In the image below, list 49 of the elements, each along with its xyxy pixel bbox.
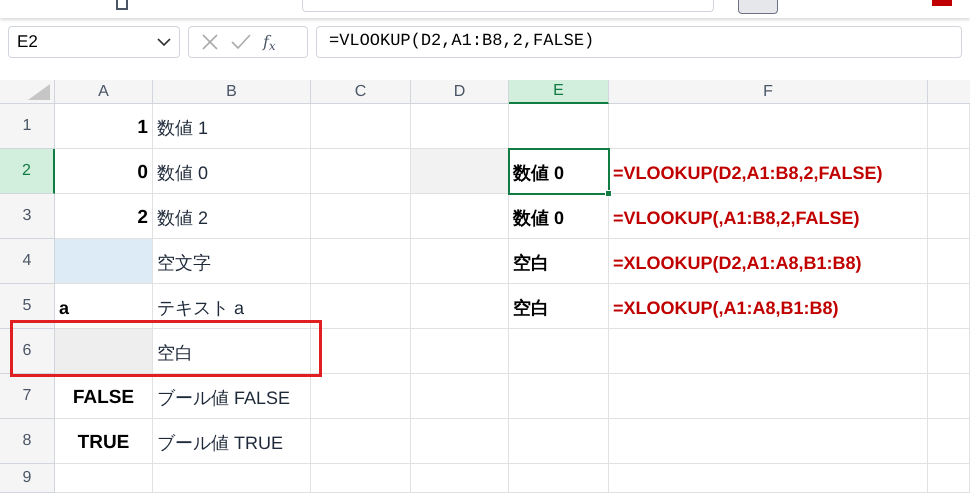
column-header[interactable]: C [311,80,411,104]
row-header[interactable]: 4 [0,239,55,284]
table-cell: =VLOOKUP(,A1:B8,2,FALSE) [609,194,928,239]
column-header[interactable]: E [509,80,609,104]
fill-handle[interactable] [605,190,612,197]
cell-reference: E2 [17,31,38,54]
column-header[interactable]: F [609,80,928,104]
table-cell: 空白 [153,329,311,374]
row-header[interactable]: 7 [0,374,55,419]
table-cell: テキスト a [153,284,311,329]
check-icon[interactable] [231,34,251,50]
table-cell: TRUE [55,419,153,464]
row-header[interactable]: 1 [0,104,55,149]
table-cell: ブール値 TRUE [153,419,311,464]
table-cell: ブール値 FALSE [153,374,311,419]
table-cell: 数値 0 [509,194,609,239]
table-cell: 空文字 [153,239,311,284]
table-cell: 数値 1 [153,104,311,149]
row-header[interactable]: 6 [0,329,55,374]
fill-color-icon[interactable] [932,0,952,6]
table-cell: 空白 [509,284,609,329]
table-cell: FALSE [55,374,153,419]
table-cell: 数値 2 [153,194,311,239]
table-cell: 空白 [509,239,609,284]
column-header[interactable]: D [411,80,509,104]
column-header[interactable]: A [55,80,153,104]
function-button[interactable]: f$_{x}$ [263,30,276,54]
formula-bar[interactable]: =VLOOKUP(D2,A1:B8,2,FALSE) [316,26,962,58]
table-cell: =XLOOKUP(D2,A1:A8,B1:B8) [609,239,928,284]
select-all-icon[interactable] [28,84,50,100]
row-header[interactable]: 8 [0,419,55,464]
column-header[interactable] [928,80,970,104]
table-cell: 1 [55,104,153,149]
name-box[interactable]: E2 [8,26,180,58]
table-cell: 数値 0 [153,149,311,194]
table-cell: =XLOOKUP(,A1:A8,B1:B8) [609,284,928,329]
row-header[interactable]: 9 [0,464,55,493]
table-cell: =VLOOKUP(D2,A1:B8,2,FALSE) [609,149,928,194]
table-cell: 0 [55,149,153,194]
bold-button[interactable] [738,0,778,14]
toolbar-icon[interactable] [116,0,128,10]
column-header[interactable]: B [153,80,311,104]
row-header[interactable]: 2 [0,149,55,194]
row-header[interactable]: 5 [0,284,55,329]
cancel-icon[interactable] [201,33,219,51]
chevron-down-icon [157,38,171,46]
select-all-corner[interactable] [0,80,55,104]
table-cell: 数値 0 [509,149,609,194]
row-header[interactable]: 3 [0,194,55,239]
